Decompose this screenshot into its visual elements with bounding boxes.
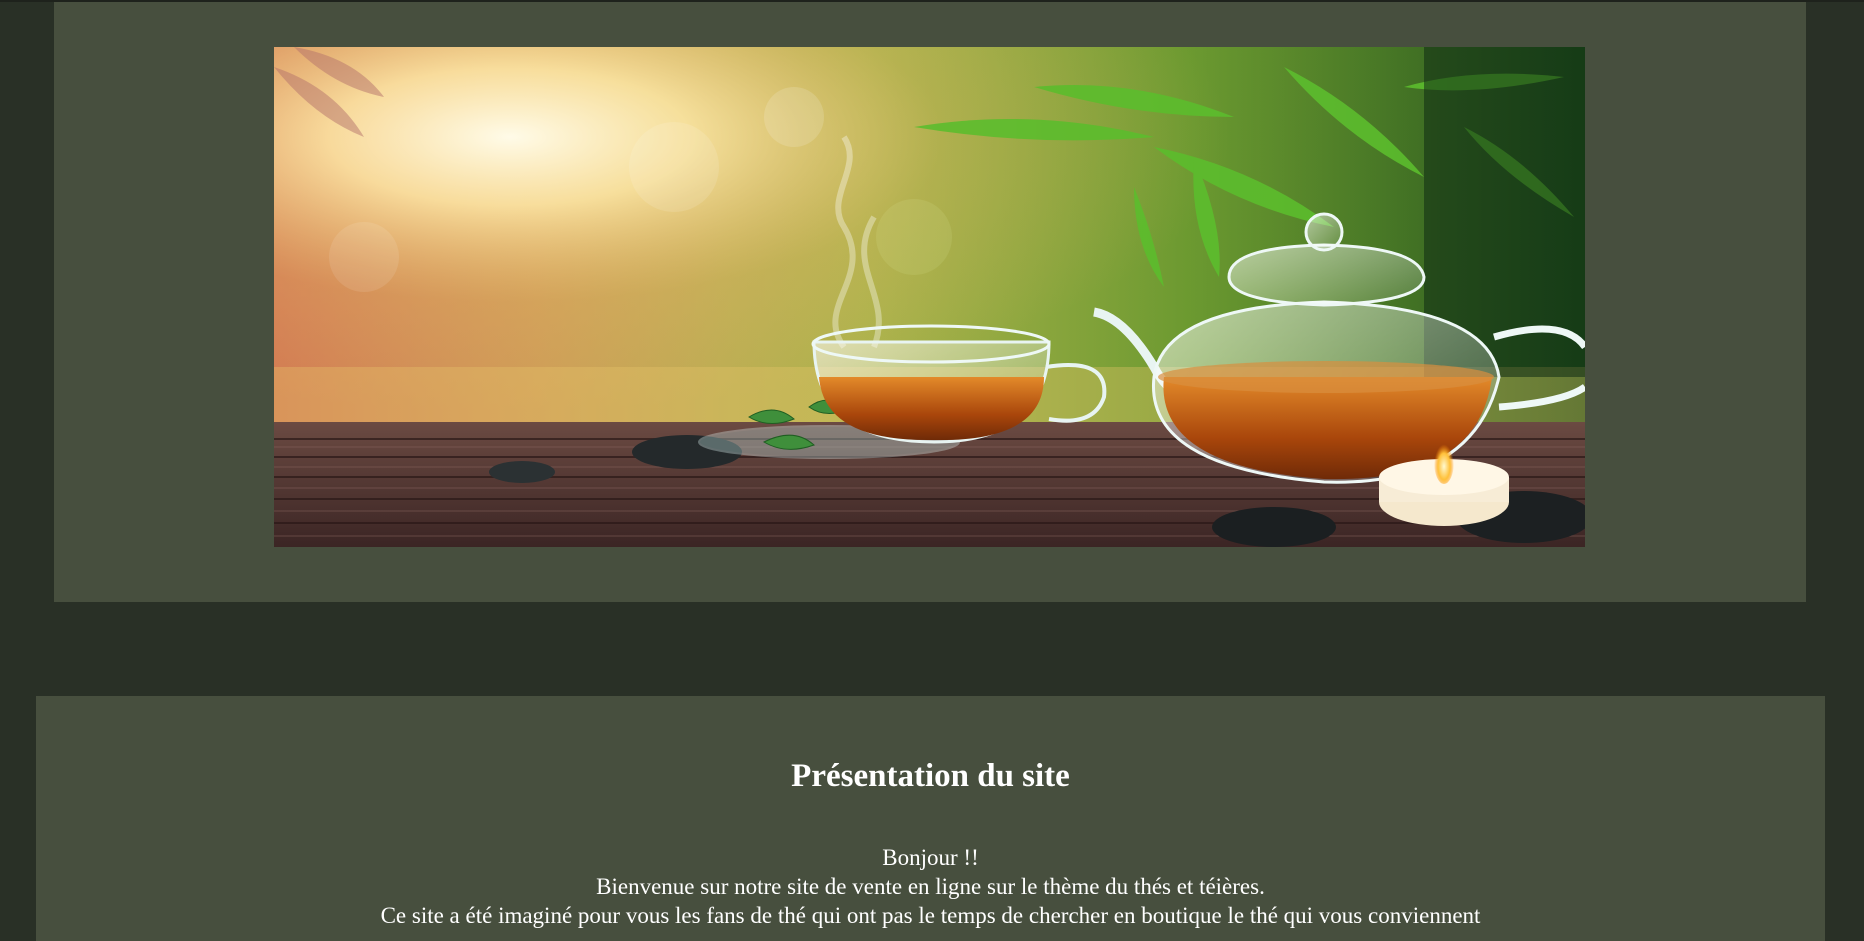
description-line: Ce site a été imaginé pour vous les fans… (380, 903, 1481, 928)
greeting-line: Bonjour !! (882, 845, 979, 870)
tea-banner-image (274, 47, 1585, 547)
presentation-section: Présentation du site Bonjour !! Bienvenu… (36, 696, 1825, 941)
presentation-title: Présentation du site (791, 758, 1070, 794)
tea-scene-illustration (274, 47, 1585, 547)
header-banner-panel (54, 2, 1806, 602)
welcome-line: Bienvenue sur notre site de vente en lig… (596, 874, 1265, 899)
presentation-text: Bonjour !! Bienvenue sur notre site de v… (36, 843, 1825, 930)
